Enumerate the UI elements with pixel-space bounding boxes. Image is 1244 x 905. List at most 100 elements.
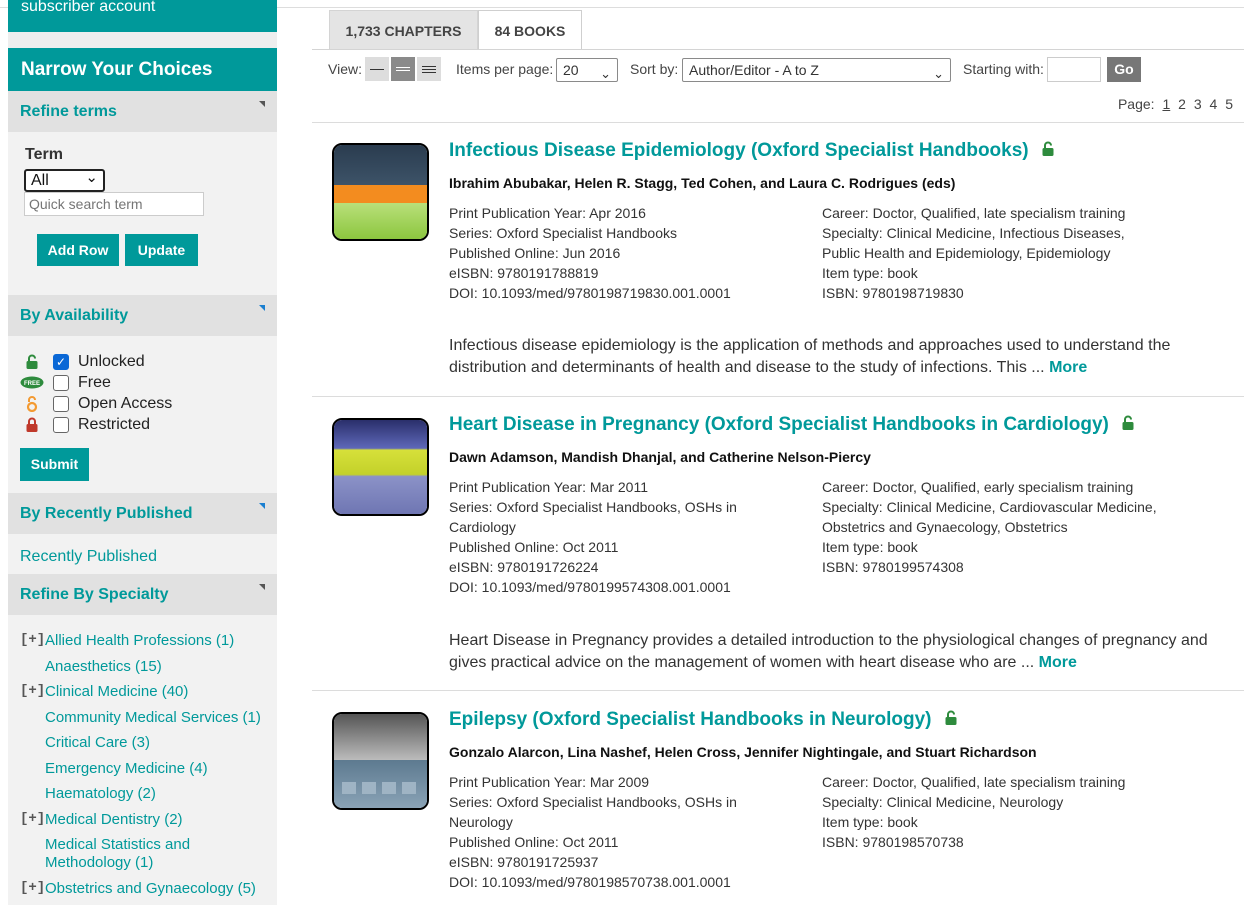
specialty-item[interactable]: Clinical Medicine (40) <box>45 683 188 701</box>
book-title: Epilepsy (Oxford Specialist Handbooks in… <box>449 709 932 731</box>
specialty-item[interactable]: Critical Care (3) <box>45 734 150 752</box>
sort-select[interactable]: Author/Editor - A to Z ⌄ <box>682 58 951 82</box>
meta-line: Item type: book <box>822 265 918 281</box>
specialty-item[interactable]: Allied Health Professions (1) <box>45 632 234 650</box>
collapse-toggle-icon[interactable] <box>259 584 265 590</box>
expand-toggle-icon[interactable] <box>259 305 265 311</box>
meta-line: Item type: book <box>822 539 918 555</box>
page-link-current[interactable]: 1 <box>1162 96 1170 112</box>
availability-label: Free <box>78 373 111 391</box>
specialty-item[interactable]: Community Medical Services (1) <box>45 709 261 727</box>
page-link[interactable]: 5 <box>1225 96 1233 112</box>
book-cover[interactable] <box>332 418 429 516</box>
meta-line: Series: Oxford Specialist Handbooks, OSH… <box>449 499 737 535</box>
subscriber-account-link[interactable]: subscriber account <box>8 0 277 32</box>
meta-line: Specialty: Clinical Medicine, Cardiovasc… <box>822 499 1157 535</box>
book-meta-left: Print Publication Year: Apr 2016 Series:… <box>449 203 789 303</box>
items-per-page-select[interactable]: 20 ⌄ <box>556 58 618 82</box>
expand-plus-icon[interactable]: [+] <box>20 683 45 699</box>
meta-line: Item type: book <box>822 814 918 830</box>
more-link[interactable]: More <box>1049 359 1087 376</box>
meta-line: Print Publication Year: Apr 2016 <box>449 205 646 221</box>
view-standard-button[interactable] <box>391 57 415 81</box>
go-button[interactable]: Go <box>1107 57 1141 82</box>
sort-value: Author/Editor - A to Z <box>689 62 819 78</box>
availability-option[interactable]: ✓ Unlocked <box>20 351 145 372</box>
page-link[interactable]: 3 <box>1194 96 1202 112</box>
divider <box>312 122 1244 123</box>
term-select[interactable]: All ⌄ <box>24 169 105 192</box>
quick-search-input[interactable] <box>24 192 204 216</box>
availability-header[interactable]: By Availability <box>8 295 277 336</box>
book-meta-left: Print Publication Year: Mar 2009 Series:… <box>449 772 779 892</box>
specialty-item[interactable]: Obstetrics and Gynaecology (5) <box>45 880 256 898</box>
tab-chapters[interactable]: 1,733 CHAPTERS <box>329 10 478 50</box>
availability-option[interactable]: Restricted <box>20 414 150 435</box>
collapse-toggle-icon[interactable] <box>259 101 265 107</box>
expand-plus-icon[interactable]: [+] <box>20 632 45 648</box>
tab-books[interactable]: 84 BOOKS <box>478 10 582 50</box>
specialty-item[interactable]: Anaesthetics (15) <box>45 658 162 676</box>
term-label: Term <box>25 146 63 163</box>
open-access-checkbox[interactable] <box>53 395 69 412</box>
specialty-item[interactable]: Medical Statistics and Methodology (1) <box>45 836 215 872</box>
restricted-checkbox[interactable] <box>53 416 69 433</box>
update-button[interactable]: Update <box>125 234 198 266</box>
free-checkbox[interactable] <box>53 374 69 391</box>
specialty-title: Refine By Specialty <box>20 586 169 603</box>
book-authors: Dawn Adamson, Mandish Dhanjal, and Cathe… <box>449 449 871 465</box>
divider <box>312 396 1244 397</box>
meta-line: Print Publication Year: Mar 2009 <box>449 774 650 790</box>
book-meta-right: Career: Doctor, Qualified, late speciali… <box>822 772 1192 852</box>
chevron-down-icon: ⌄ <box>85 169 98 186</box>
restricted-lock-icon <box>20 417 44 432</box>
book-title-link[interactable]: Epilepsy (Oxford Specialist Handbooks in… <box>449 709 957 731</box>
availability-option[interactable]: FREE Free <box>20 372 111 393</box>
expand-plus-icon[interactable]: [+] <box>20 811 45 827</box>
open-access-icon <box>20 395 44 412</box>
expand-plus-icon[interactable]: [+] <box>20 880 45 896</box>
term-select-value: All <box>31 172 49 189</box>
meta-line: Published Online: Jun 2016 <box>449 245 621 261</box>
unlocked-icon <box>1122 414 1134 436</box>
specialty-header[interactable]: Refine By Specialty <box>8 574 277 615</box>
book-cover[interactable] <box>332 143 429 241</box>
availability-option[interactable]: Open Access <box>20 393 172 414</box>
specialty-item[interactable]: Emergency Medicine (4) <box>45 760 208 778</box>
view-compact-button[interactable] <box>365 57 389 81</box>
meta-line: ISBN: 9780198719830 <box>822 285 964 301</box>
book-cover[interactable] <box>332 712 429 810</box>
tab-divider <box>312 49 1244 50</box>
view-expanded-button[interactable] <box>417 57 441 81</box>
meta-line: ISBN: 9780199574308 <box>822 559 964 575</box>
book-abstract: Infectious disease epidemiology is the a… <box>449 335 1209 379</box>
chevron-down-icon: ⌄ <box>933 66 944 81</box>
meta-line: eISBN: 9780191788819 <box>449 265 599 281</box>
more-link[interactable]: More <box>1039 654 1077 671</box>
narrow-choices-title: Narrow Your Choices <box>8 48 277 91</box>
submit-button[interactable]: Submit <box>20 448 89 481</box>
add-row-button[interactable]: Add Row <box>37 234 119 266</box>
meta-line: Published Online: Oct 2011 <box>449 834 619 850</box>
divider <box>312 690 1244 691</box>
book-title-link[interactable]: Heart Disease in Pregnancy (Oxford Speci… <box>449 414 1134 436</box>
meta-line: Series: Oxford Specialist Handbooks, OSH… <box>449 794 737 830</box>
specialty-item[interactable]: Haematology (2) <box>45 785 156 803</box>
book-meta-right: Career: Doctor, Qualified, early special… <box>822 477 1192 577</box>
unlocked-checkbox[interactable]: ✓ <box>53 353 69 370</box>
refine-terms-header[interactable]: Refine terms <box>8 91 277 132</box>
refine-terms-title: Refine terms <box>20 103 117 120</box>
expand-toggle-icon[interactable] <box>259 503 265 509</box>
starting-with-input[interactable] <box>1047 57 1101 82</box>
book-title-link[interactable]: Infectious Disease Epidemiology (Oxford … <box>449 140 1054 162</box>
page-link[interactable]: 2 <box>1178 96 1186 112</box>
page-link[interactable]: 4 <box>1210 96 1218 112</box>
recent-header[interactable]: By Recently Published <box>8 493 277 534</box>
starting-with-label: Starting with: <box>963 61 1044 77</box>
pagination: Page: 1 2 3 4 5 <box>1118 96 1233 112</box>
view-label: View: <box>328 61 362 77</box>
specialty-item[interactable]: Medical Dentistry (2) <box>45 811 183 829</box>
meta-line: Career: Doctor, Qualified, late speciali… <box>822 205 1126 221</box>
recently-published-link[interactable]: Recently Published <box>20 548 157 566</box>
meta-line: DOI: 10.1093/med/9780199574308.001.0001 <box>449 579 731 595</box>
